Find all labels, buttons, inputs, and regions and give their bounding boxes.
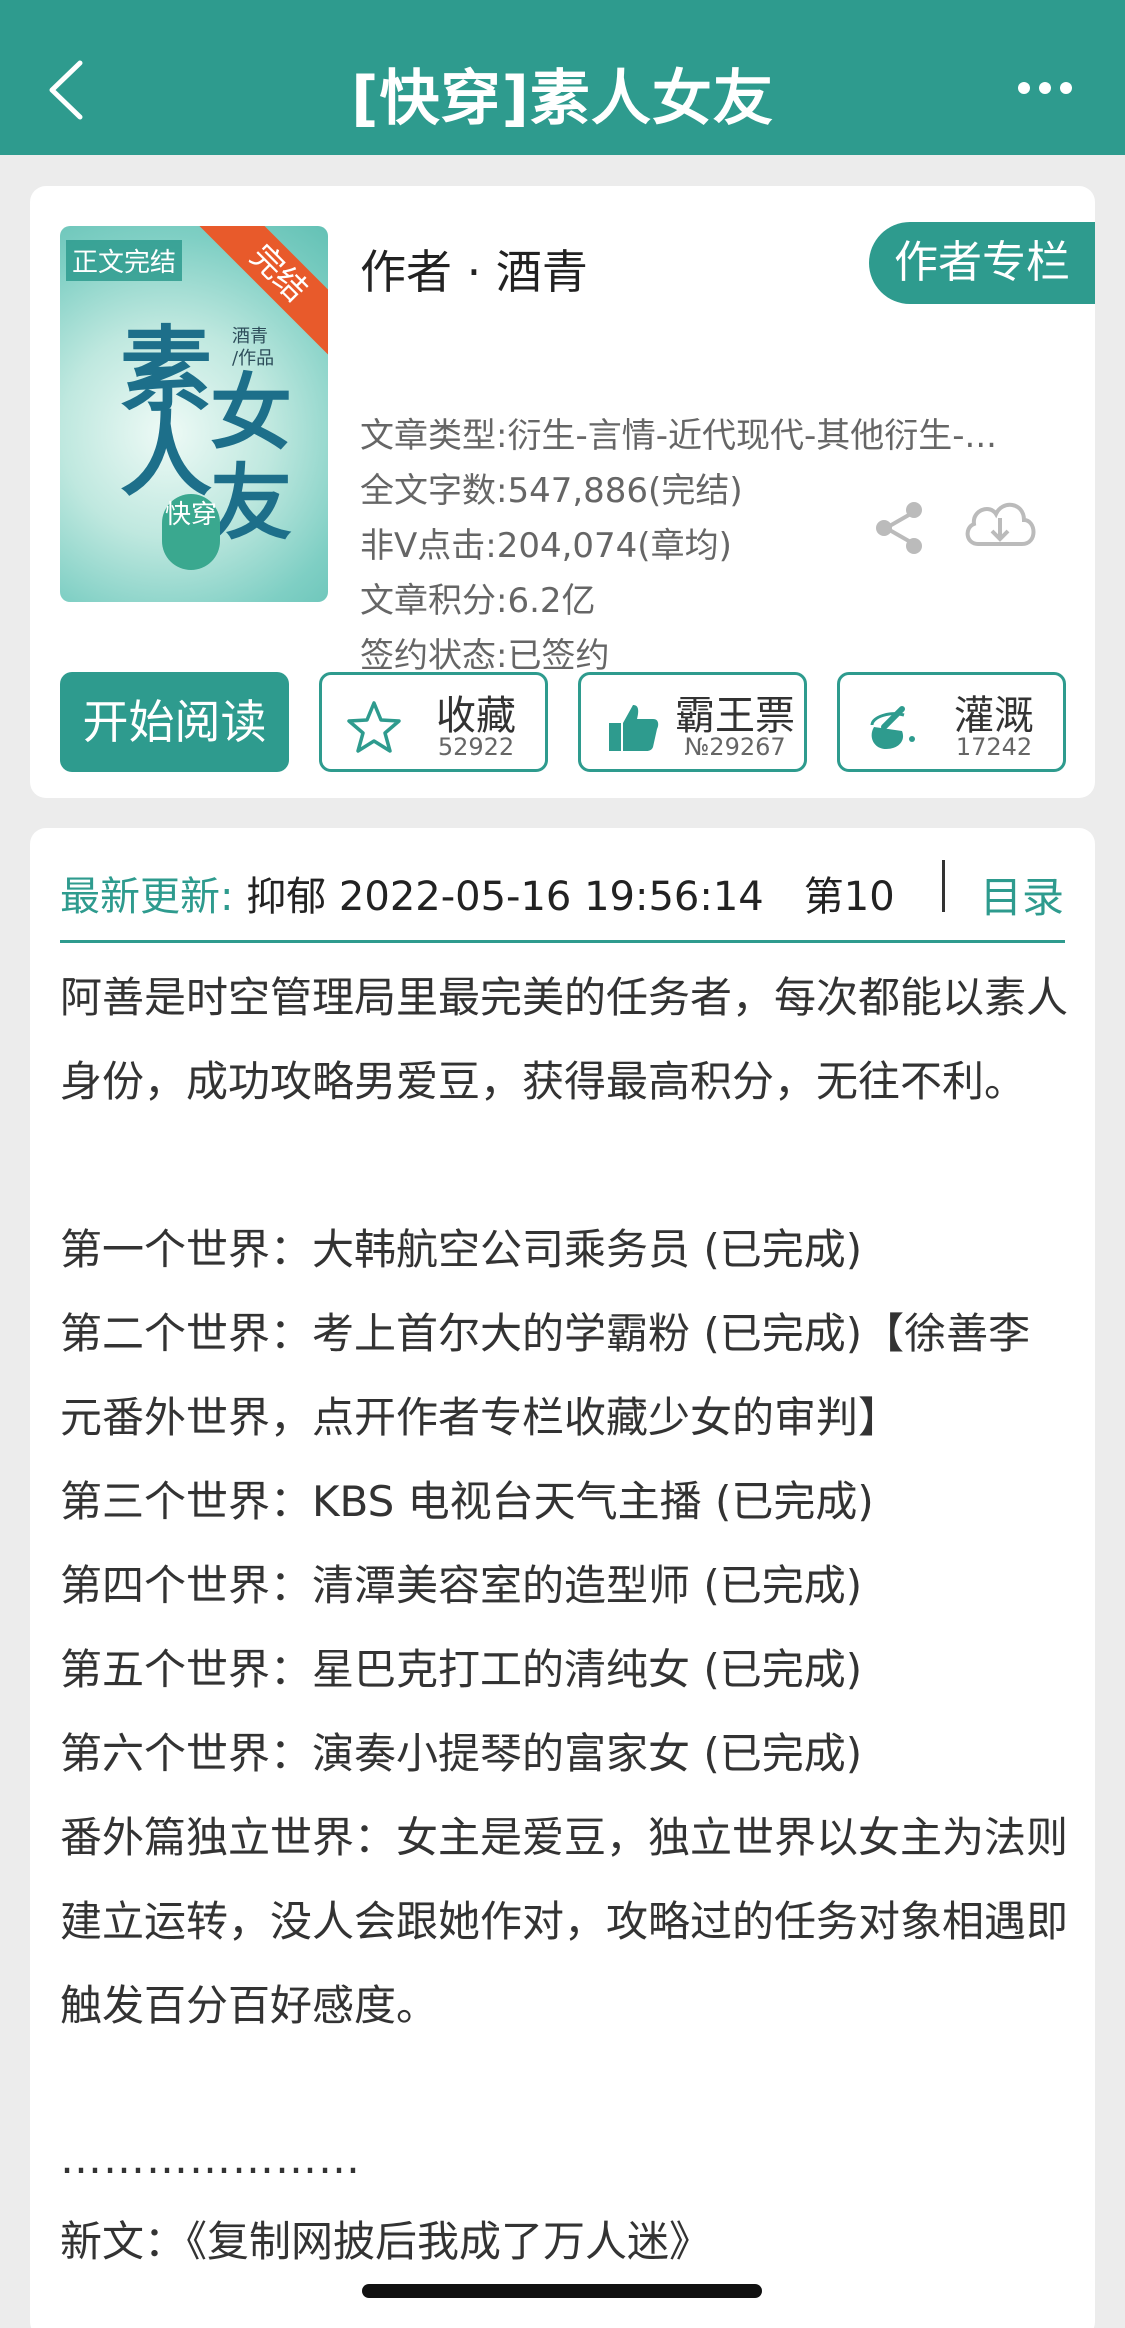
ticket-button[interactable]: 霸王票 №29267 [578,672,807,772]
author-column-button[interactable]: 作者专栏 [869,222,1095,304]
description-dots: ………………… [60,2134,361,2183]
book-info-card: 正文完结 完结 素 人 女 友 快穿 酒青 /作品 作者 · 酒青 作者专栏 文… [30,186,1095,798]
cloud-download-icon[interactable] [960,492,1040,558]
description-card: 最新更新: 抑郁 2022-05-16 19:56:14 第10 目录 阿善是时… [30,828,1095,2328]
cover-author-name: 酒青 [232,326,268,347]
cover-title-char: 友 [210,455,293,551]
table-of-contents-link[interactable]: 目录 [980,864,1064,925]
description-line: 第一个世界：大韩航空公司乘务员 (已完成) [60,1225,863,1274]
page-title: [快穿]素人女友 [351,64,774,134]
divider [60,940,1065,943]
start-reading-button[interactable]: 开始阅读 [60,672,289,772]
description-line: 第六个世界：演奏小提琴的富家女 (已完成) [60,1729,863,1778]
star-icon [347,701,401,753]
author-line[interactable]: 作者 · 酒青 [360,236,588,302]
divider [942,860,945,912]
description-truncated: 新文：《复制网披后我成了万人迷》 [60,2217,712,2266]
cover-author: 酒青 /作品 [232,326,274,370]
book-cover[interactable]: 正文完结 完结 素 人 女 友 快穿 酒青 /作品 [60,226,328,602]
description-line: 第二个世界：考上首尔大的学霸粉 (已完成)【徐善李元番外世界，点开作者专栏收藏少… [60,1309,1031,1442]
meta-type: 文章类型:衍生-言情-近代现代-其他衍生-... [360,416,997,456]
home-indicator[interactable] [362,2284,762,2298]
irrigate-count: 17242 [955,733,1033,761]
description-paragraph: 番外篇独立世界：女主是爱豆，独立世界以女主为法则建立运转，没人会跟她作对，攻略过… [60,1813,1069,2030]
description-line: 第四个世界：清潭美容室的造型师 (已完成) [60,1561,863,1610]
meta-score: 文章积分:6.2亿 [360,581,596,621]
meta-contract: 签约状态:已签约 [360,636,610,676]
ticket-count: №29267 [684,733,786,761]
cover-author-sub: /作品 [232,348,275,369]
irrigate-button[interactable]: 灌溉 17242 [837,672,1066,772]
share-icon[interactable] [872,500,928,556]
latest-update-label: 最新更新: [60,874,234,920]
latest-update[interactable]: 最新更新: 抑郁 2022-05-16 19:56:14 第10 [60,864,895,922]
description-line: 第三个世界：KBS 电视台天气主播 (已完成) [60,1477,874,1526]
thumbs-up-icon [609,705,659,751]
cover-tag: 正文完结 [66,240,183,281]
description-line: 第五个世界：星巴克打工的清纯女 (已完成) [60,1645,863,1694]
cover-seal: 快穿 [162,494,220,570]
favorite-button[interactable]: 收藏 52922 [319,672,548,772]
favorite-count: 52922 [437,733,515,761]
top-bar: [快穿]素人女友 [0,0,1125,155]
meta-clicks: 非Ⅴ点击:204,074(章均) [360,526,732,566]
description-paragraph: 阿善是时空管理局里最完美的任务者，每次都能以素人身份，成功攻略男爱豆，获得最高积… [60,973,1069,1106]
meta-words: 全文字数:547,886(完结) [360,471,743,511]
more-dots-icon[interactable] [1017,78,1073,98]
latest-update-value: 抑郁 2022-05-16 19:56:14 第10 [246,874,895,920]
nutrient-bottle-icon [870,706,915,749]
